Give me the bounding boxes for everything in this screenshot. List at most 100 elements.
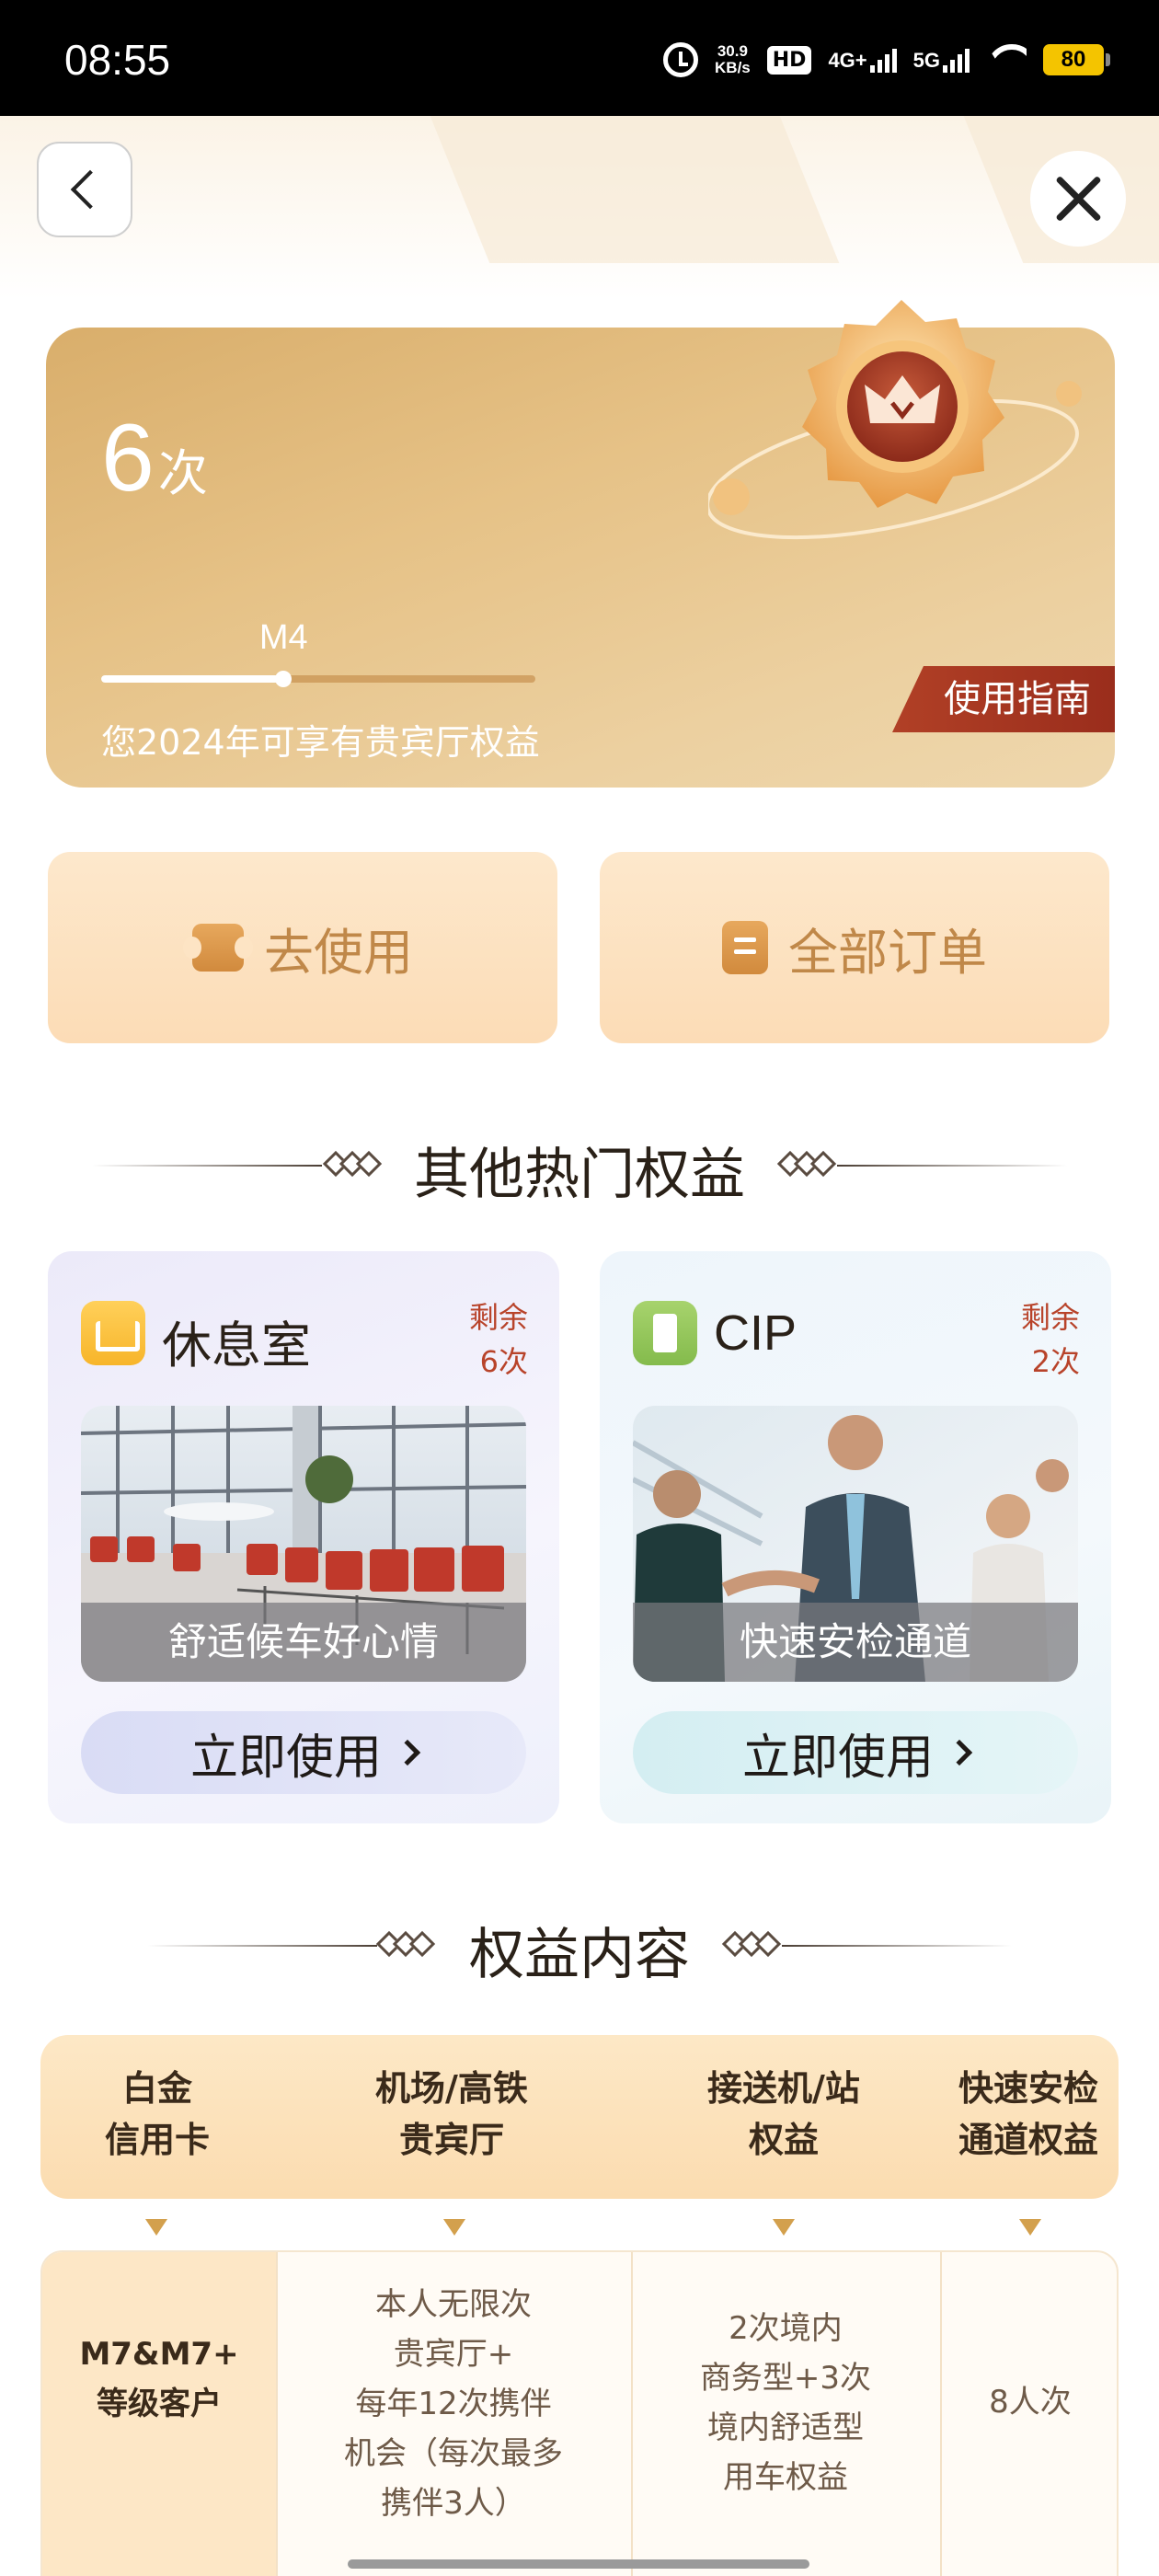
network-speed: 30.9 KB/s bbox=[715, 43, 751, 76]
section-title-benefit-content: 权益内容 bbox=[469, 1923, 690, 1987]
cell-line: 8人次 bbox=[989, 2384, 1072, 2421]
network-speed-unit: KB/s bbox=[715, 59, 751, 76]
wifi-icon bbox=[986, 44, 1027, 75]
table-header-transfer: 接送机/站 权益 bbox=[629, 2063, 938, 2166]
ticket-icon bbox=[633, 1301, 697, 1365]
cell-line: 携伴3人） bbox=[381, 2485, 526, 2522]
cell-line: 每年12次携伴 bbox=[355, 2386, 552, 2422]
remaining-value: 6次 bbox=[479, 1344, 528, 1379]
section-divider-right bbox=[782, 1945, 1012, 1947]
level-progress-bar: M4 bbox=[101, 618, 535, 687]
signal-5g: 5G bbox=[913, 47, 970, 73]
header-line: 信用卡 bbox=[104, 2120, 210, 2160]
go-use-label: 去使用 bbox=[264, 923, 413, 982]
remaining-label: 剩余 bbox=[468, 1300, 528, 1335]
status-icons: 30.9 KB/s HD 4G+ 5G 80 bbox=[663, 37, 1110, 83]
network-speed-value: 30.9 bbox=[717, 42, 748, 60]
cell-line: 用车权益 bbox=[723, 2459, 848, 2496]
benefit-card-lounge[interactable]: 休息室 剩余 6次 舒适候车好心情 立即使用 bbox=[48, 1251, 559, 1823]
benefit-card-cip[interactable]: CIP 剩余 2次 快速安检通道 立即使用 bbox=[600, 1251, 1111, 1823]
order-list-icon bbox=[722, 921, 768, 974]
cip-photo: 快速安检通道 bbox=[633, 1406, 1078, 1682]
section-title-hot-benefits: 其他热门权益 bbox=[414, 1143, 745, 1207]
diamond-ornament-icon bbox=[776, 1150, 837, 1178]
header-line: 快速安检 bbox=[958, 2068, 1098, 2109]
remaining-value: 2次 bbox=[1031, 1344, 1080, 1379]
tier-value: M7&M7+ 等级客户 bbox=[42, 2329, 276, 2429]
cell-line: 贵宾厅+ bbox=[393, 2336, 514, 2373]
benefit-description: 您2024年可享有贵宾厅权益 bbox=[101, 722, 540, 763]
use-now-button[interactable]: 立即使用 bbox=[81, 1711, 526, 1794]
header-line: 机场/高铁 bbox=[375, 2068, 528, 2109]
benefit-caption: 快速安检通道 bbox=[633, 1603, 1078, 1682]
header-line: 贵宾厅 bbox=[398, 2120, 504, 2160]
close-button[interactable] bbox=[1030, 151, 1126, 247]
close-icon bbox=[1052, 173, 1104, 224]
use-now-button[interactable]: 立即使用 bbox=[633, 1711, 1078, 1794]
chevron-left-icon bbox=[70, 169, 110, 210]
chevron-right-icon bbox=[946, 1739, 973, 1766]
section-divider-right bbox=[837, 1165, 1067, 1167]
remaining-count: 剩余 6次 bbox=[469, 1295, 528, 1384]
header-background bbox=[0, 116, 1159, 300]
lounge-photo: 舒适候车好心情 bbox=[81, 1406, 526, 1682]
header-line: 权益 bbox=[748, 2120, 819, 2160]
lounge-count-unit: 次 bbox=[157, 444, 208, 502]
benefit-table-header: 白金 信用卡 机场/高铁 贵宾厅 接送机/站 权益 快速安检 通道权益 bbox=[40, 2035, 1119, 2199]
signal-5g-label: 5G bbox=[912, 49, 940, 72]
down-arrow-icon bbox=[773, 2219, 795, 2236]
remaining-label: 剩余 bbox=[1020, 1300, 1080, 1335]
diamond-ornament-icon bbox=[721, 1930, 782, 1958]
alarm-icon bbox=[663, 42, 699, 77]
lounge-value: 本人无限次 贵宾厅+ 每年12次携伴 机会（每次最多 携伴3人） bbox=[276, 2280, 631, 2528]
cell-line: 等级客户 bbox=[97, 2386, 222, 2422]
sofa-icon bbox=[81, 1301, 145, 1365]
level-progress-knob bbox=[275, 671, 293, 687]
down-arrow-icon bbox=[145, 2219, 167, 2236]
signal-4g: 4G+ bbox=[828, 47, 897, 73]
cell-line: 境内舒适型 bbox=[707, 2409, 864, 2446]
down-arrow-icon bbox=[443, 2219, 465, 2236]
crown-medal-icon bbox=[708, 300, 1082, 540]
security-value: 8人次 bbox=[940, 2377, 1117, 2427]
level-progress-fill bbox=[101, 675, 284, 683]
header-line: 接送机/站 bbox=[707, 2068, 860, 2109]
use-now-label: 立即使用 bbox=[189, 1730, 382, 1786]
transfer-value: 2次境内 商务型+3次 境内舒适型 用车权益 bbox=[631, 2304, 940, 2502]
lounge-count: 6 次 bbox=[101, 410, 208, 506]
benefit-table-row: M7&M7+ 等级客户 本人无限次 贵宾厅+ 每年12次携伴 机会（每次最多 携… bbox=[40, 2250, 1119, 2576]
benefit-title: CIP bbox=[714, 1305, 798, 1361]
status-bar: 08:55 30.9 KB/s HD 4G+ 5G 80 bbox=[0, 0, 1159, 116]
signal-bars-icon bbox=[869, 47, 897, 73]
header-line: 白金 bbox=[121, 2068, 192, 2109]
all-orders-button[interactable]: 全部订单 bbox=[600, 852, 1109, 1043]
all-orders-label: 全部订单 bbox=[788, 923, 987, 982]
header-line: 通道权益 bbox=[958, 2120, 1098, 2160]
cell-line: 商务型+3次 bbox=[699, 2360, 872, 2397]
remaining-count: 剩余 2次 bbox=[1021, 1295, 1080, 1384]
table-header-card-type: 白金 信用卡 bbox=[40, 2063, 274, 2166]
status-time: 08:55 bbox=[64, 36, 171, 84]
level-label: M4 bbox=[258, 618, 308, 657]
cell-line: 机会（每次最多 bbox=[344, 2435, 563, 2472]
battery-icon: 80 bbox=[1043, 44, 1110, 75]
signal-bars-icon bbox=[943, 47, 970, 73]
go-use-button[interactable]: 去使用 bbox=[48, 852, 557, 1043]
table-header-lounge: 机场/高铁 贵宾厅 bbox=[274, 2063, 629, 2166]
lounge-count-number: 6 bbox=[101, 405, 155, 512]
benefit-caption: 舒适候车好心情 bbox=[81, 1603, 526, 1682]
hd-icon: HD bbox=[766, 45, 812, 75]
usage-guide-button[interactable]: 使用指南 bbox=[892, 666, 1115, 732]
chevron-right-icon bbox=[394, 1739, 421, 1766]
down-arrow-icon bbox=[1019, 2219, 1041, 2236]
benefit-title: 休息室 bbox=[162, 1318, 311, 1374]
cell-line: 2次境内 bbox=[729, 2310, 843, 2347]
back-button[interactable] bbox=[37, 142, 132, 237]
signal-4g-label: 4G+ bbox=[828, 49, 867, 72]
table-header-security: 快速安检 通道权益 bbox=[938, 2063, 1119, 2166]
cell-line: 本人无限次 bbox=[375, 2286, 532, 2323]
use-now-label: 立即使用 bbox=[741, 1730, 934, 1786]
ticket-icon bbox=[183, 924, 253, 972]
home-indicator[interactable] bbox=[348, 2559, 809, 2569]
cell-line: M7&M7+ bbox=[79, 2336, 239, 2373]
